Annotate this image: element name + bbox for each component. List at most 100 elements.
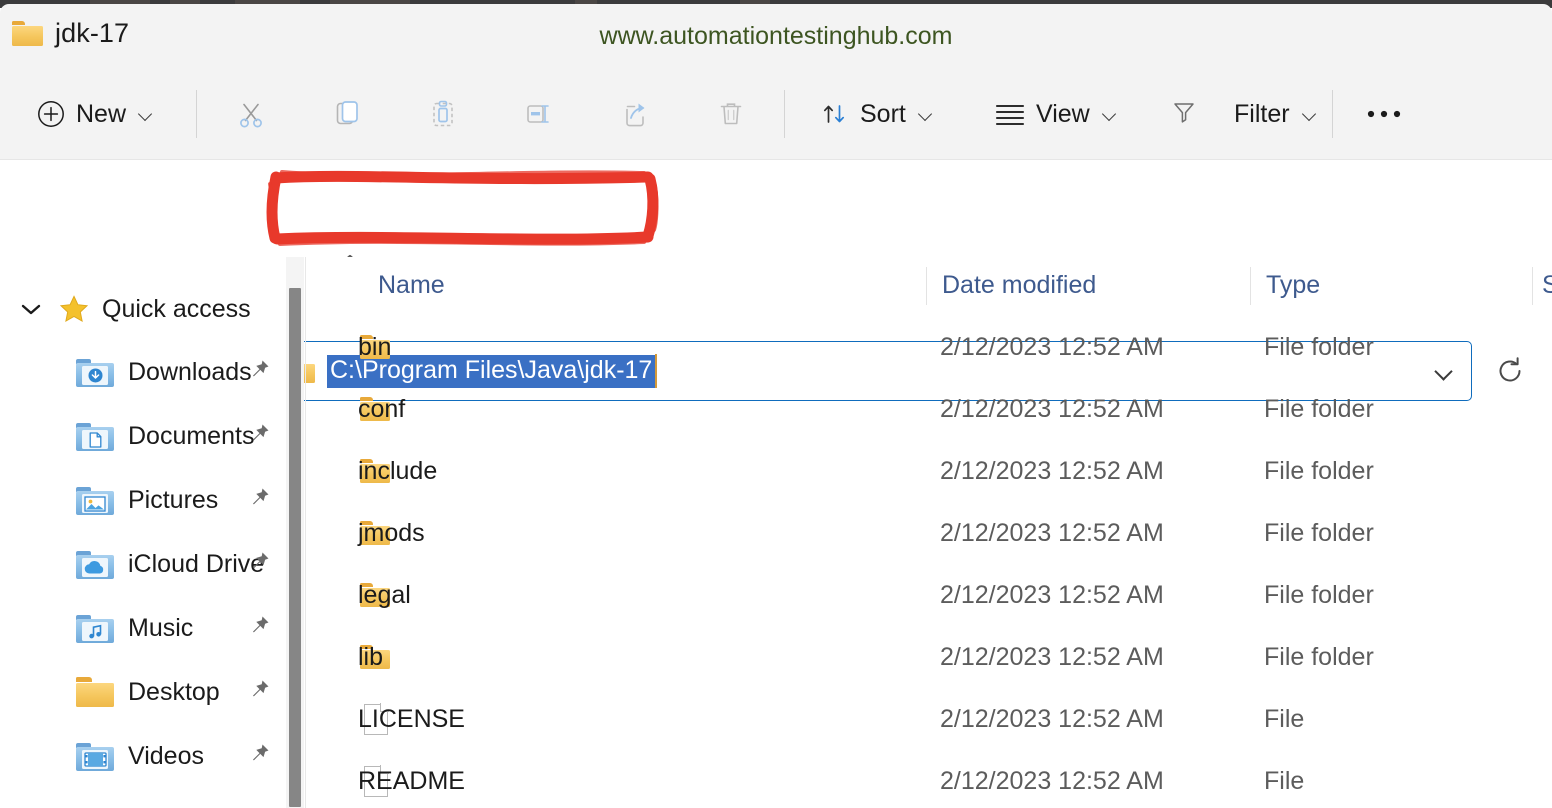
new-button[interactable]: New bbox=[22, 88, 169, 140]
table-row[interactable]: bin 2/12/2023 12:52 AM File folder bbox=[306, 316, 1552, 378]
sidebar-item-desktop[interactable]: Desktop bbox=[0, 662, 286, 722]
file-name: conf bbox=[358, 394, 406, 423]
table-row[interactable]: legal 2/12/2023 12:52 AM File folder bbox=[306, 564, 1552, 626]
sidebar-item-label: iCloud Drive bbox=[128, 549, 265, 578]
file-date-modified: 2/12/2023 12:52 AM bbox=[940, 704, 1164, 733]
file-name: jmods bbox=[358, 518, 425, 547]
column-header-name[interactable]: Name bbox=[378, 271, 445, 300]
cut-button[interactable] bbox=[224, 88, 278, 140]
toolbar-divider-3 bbox=[1332, 90, 1333, 138]
sidebar-item-music[interactable]: Music bbox=[0, 598, 286, 658]
file-type: File bbox=[1264, 766, 1305, 795]
sidebar-item-label: Music bbox=[128, 613, 194, 642]
sidebar-item-videos[interactable]: Videos bbox=[0, 726, 286, 786]
clipboard-icon bbox=[426, 97, 460, 131]
file-date-modified: 2/12/2023 12:52 AM bbox=[940, 332, 1164, 361]
file-type: File folder bbox=[1264, 518, 1374, 547]
table-row[interactable]: README 2/12/2023 12:52 AM File bbox=[306, 750, 1552, 808]
scissors-icon bbox=[234, 97, 268, 131]
column-resize-handle[interactable] bbox=[926, 267, 927, 305]
file-explorer-window: jdk-17 www.automationtestinghub.com New bbox=[0, 0, 1552, 808]
navigation-sidebar: Quick access Downloads Documents Picture… bbox=[0, 257, 286, 808]
sidebar-item-pictures[interactable]: Pictures bbox=[0, 470, 286, 530]
star-icon bbox=[58, 293, 90, 325]
table-row[interactable]: conf 2/12/2023 12:52 AM File folder bbox=[306, 378, 1552, 440]
copy-button[interactable] bbox=[320, 88, 374, 140]
sort-arrows-icon bbox=[818, 98, 850, 130]
toolbar-divider-1 bbox=[196, 90, 197, 138]
cloud-folder-icon bbox=[76, 549, 114, 579]
pin-icon[interactable] bbox=[246, 613, 272, 644]
column-header-size[interactable]: S bbox=[1542, 271, 1552, 300]
file-name: README bbox=[358, 766, 465, 795]
sidebar-item-downloads[interactable]: Downloads bbox=[0, 342, 286, 402]
pin-icon[interactable] bbox=[246, 357, 272, 388]
share-button[interactable] bbox=[608, 88, 662, 140]
chevron-down-icon bbox=[1102, 109, 1119, 119]
sidebar-item-label: Downloads bbox=[128, 357, 252, 386]
file-type: File bbox=[1264, 704, 1305, 733]
sidebar-item-documents[interactable]: Documents bbox=[0, 406, 286, 466]
delete-button[interactable] bbox=[704, 88, 758, 140]
sort-button[interactable]: Sort bbox=[806, 88, 947, 140]
new-button-label: New bbox=[76, 99, 127, 128]
watermark-text: www.automationtestinghub.com bbox=[599, 22, 953, 50]
column-headers: Name Date modified Type S bbox=[306, 257, 1552, 315]
filter-button-label: Filter bbox=[1234, 99, 1290, 128]
sidebar-item-icloud-drive[interactable]: iCloud Drive bbox=[0, 534, 286, 594]
column-resize-handle[interactable] bbox=[1532, 267, 1533, 305]
plus-circle-icon bbox=[36, 99, 66, 129]
paste-button[interactable] bbox=[416, 88, 470, 140]
file-type: File folder bbox=[1264, 580, 1374, 609]
pin-icon[interactable] bbox=[246, 421, 272, 452]
pin-icon[interactable] bbox=[246, 741, 272, 772]
table-row[interactable]: include 2/12/2023 12:52 AM File folder bbox=[306, 440, 1552, 502]
sidebar-item-label: Documents bbox=[128, 421, 255, 450]
table-row[interactable]: LICENSE 2/12/2023 12:52 AM File bbox=[306, 688, 1552, 750]
pictures-folder-icon bbox=[76, 485, 114, 515]
file-date-modified: 2/12/2023 12:52 AM bbox=[940, 518, 1164, 547]
pin-icon[interactable] bbox=[246, 549, 272, 580]
chevron-down-icon bbox=[1302, 109, 1319, 119]
pin-icon[interactable] bbox=[246, 677, 272, 708]
sidebar-group-quick-access[interactable]: Quick access bbox=[0, 279, 286, 339]
pin-icon[interactable] bbox=[246, 485, 272, 516]
file-type: File folder bbox=[1264, 642, 1374, 671]
funnel-icon bbox=[1170, 100, 1198, 126]
file-name: legal bbox=[358, 580, 411, 609]
window-header: jdk-17 www.automationtestinghub.com bbox=[0, 4, 1552, 68]
toolbar-divider-2 bbox=[784, 90, 785, 138]
file-list: bin 2/12/2023 12:52 AM File folder conf … bbox=[306, 316, 1552, 808]
ellipsis-icon bbox=[1364, 107, 1404, 121]
file-date-modified: 2/12/2023 12:52 AM bbox=[940, 456, 1164, 485]
sidebar-item-label: Videos bbox=[128, 741, 204, 770]
list-lines-icon bbox=[994, 101, 1026, 127]
sort-button-label: Sort bbox=[860, 99, 906, 128]
sidebar-item-label: Desktop bbox=[128, 677, 220, 706]
file-name: bin bbox=[358, 332, 392, 361]
column-header-type[interactable]: Type bbox=[1266, 271, 1320, 300]
file-type: File folder bbox=[1264, 394, 1374, 423]
chevron-down-icon bbox=[918, 109, 935, 119]
see-more-button[interactable] bbox=[1356, 88, 1412, 140]
column-resize-handle[interactable] bbox=[1250, 267, 1251, 305]
table-row[interactable]: lib 2/12/2023 12:52 AM File folder bbox=[306, 626, 1552, 688]
chevron-down-icon bbox=[138, 109, 155, 119]
file-date-modified: 2/12/2023 12:52 AM bbox=[940, 394, 1164, 423]
desktop-folder-icon bbox=[76, 677, 114, 707]
sidebar-scrollbar-thumb[interactable] bbox=[289, 288, 301, 807]
copy-icon bbox=[330, 97, 364, 131]
share-icon bbox=[618, 97, 652, 131]
filter-button[interactable]: Filter bbox=[1160, 88, 1329, 140]
chevron-down-icon[interactable] bbox=[18, 301, 44, 317]
videos-folder-icon bbox=[76, 741, 114, 771]
table-row[interactable]: jmods 2/12/2023 12:52 AM File folder bbox=[306, 502, 1552, 564]
view-button[interactable]: View bbox=[982, 88, 1131, 140]
rename-button[interactable] bbox=[512, 88, 566, 140]
view-button-label: View bbox=[1036, 99, 1090, 128]
column-header-date-modified[interactable]: Date modified bbox=[942, 271, 1096, 300]
file-name: lib bbox=[358, 642, 384, 671]
navigation-row: C:\Program Files\Java\jdk-17 bbox=[0, 161, 1552, 401]
file-date-modified: 2/12/2023 12:52 AM bbox=[940, 642, 1164, 671]
file-type: File folder bbox=[1264, 332, 1374, 361]
